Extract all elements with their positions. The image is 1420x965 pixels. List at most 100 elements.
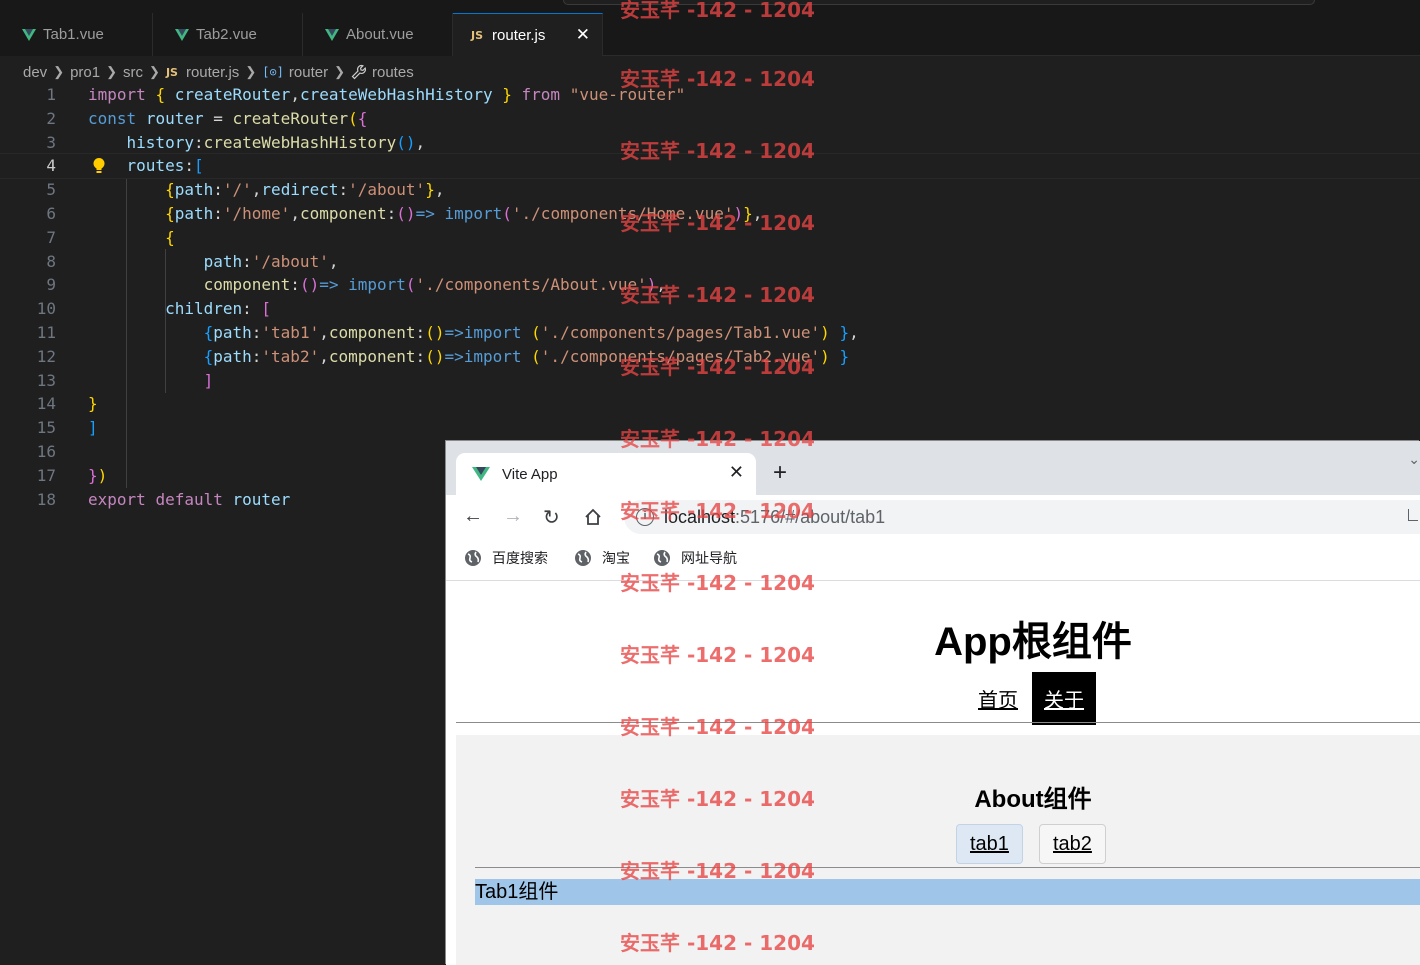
line-number: 9 bbox=[46, 275, 56, 295]
line-number: 2 bbox=[46, 108, 56, 128]
code-line-current: 4 routes:[ bbox=[0, 153, 1420, 180]
code-text: export default router bbox=[88, 489, 291, 509]
code-text: {path:'tab1',component:()=>import ('./co… bbox=[203, 322, 859, 342]
bookmarks-bar: 百度搜索 淘宝 网址导航 bbox=[446, 539, 1420, 581]
vue-icon bbox=[472, 467, 490, 481]
line-number: 17 bbox=[36, 465, 56, 485]
code-line: 9 component:()=> import('./components/Ab… bbox=[0, 273, 1420, 297]
bookmark-label: 淘宝 bbox=[602, 550, 630, 566]
web-page: App根组件 首页 关于 About组件 tab1 tab2 Tab1组件 bbox=[446, 581, 1420, 965]
vue-icon bbox=[175, 28, 189, 41]
code-line: 5 {path:'/',redirect:'/about'}, bbox=[0, 178, 1420, 202]
code-line: 11 {path:'tab1',component:()=>import ('.… bbox=[0, 321, 1420, 345]
close-tab-icon[interactable]: ✕ bbox=[729, 462, 744, 483]
command-center[interactable] bbox=[563, 0, 1315, 5]
code-text: children: [ bbox=[165, 299, 272, 319]
code-text: path:'/about', bbox=[203, 251, 339, 271]
line-number: 13 bbox=[36, 370, 56, 390]
globe-icon bbox=[575, 550, 591, 566]
forward-button[interactable]: → bbox=[503, 505, 523, 528]
tab-label: About.vue bbox=[346, 26, 414, 43]
about-component: About组件 tab1 tab2 Tab1组件 bbox=[456, 735, 1420, 965]
globe-icon bbox=[654, 550, 670, 566]
chevron-right-icon: ❯ bbox=[245, 64, 257, 79]
line-number: 7 bbox=[46, 227, 56, 247]
about-title: About组件 bbox=[974, 786, 1092, 813]
home-button[interactable] bbox=[584, 508, 602, 526]
line-number: 6 bbox=[46, 203, 56, 223]
browser-tab-vite-app[interactable]: Vite App ✕ bbox=[456, 453, 756, 495]
code-line: 3 history:createWebHashHistory(), bbox=[0, 131, 1420, 155]
nav-link-home[interactable]: 首页 bbox=[978, 684, 1018, 713]
chevron-down-icon[interactable]: ⌄ bbox=[1408, 451, 1420, 468]
tab1-link[interactable]: tab1 bbox=[956, 824, 1023, 864]
line-number: 15 bbox=[36, 418, 56, 438]
code-text: ] bbox=[203, 370, 214, 390]
bookmark-label: 百度搜索 bbox=[492, 550, 548, 566]
browser-tab-strip: Vite App ✕ + ⌄ bbox=[446, 441, 1420, 495]
breadcrumb-routes[interactable]: routes bbox=[372, 64, 414, 81]
close-icon[interactable]: ✕ bbox=[576, 25, 590, 45]
back-button[interactable]: ← bbox=[463, 505, 483, 528]
line-number: 3 bbox=[46, 132, 56, 152]
new-tab-button[interactable]: + bbox=[773, 459, 787, 487]
breadcrumb-router-js[interactable]: router.js bbox=[186, 64, 239, 81]
js-icon: JS bbox=[165, 65, 178, 79]
line-number: 4 bbox=[46, 156, 56, 176]
code-text: }) bbox=[88, 465, 108, 485]
tab-tab2-vue[interactable]: Tab2.vue bbox=[153, 13, 303, 56]
url-path: :5176/#/about/tab1 bbox=[735, 507, 886, 527]
code-line: 1 import { createRouter,createWebHashHist… bbox=[0, 83, 1420, 107]
breadcrumb-pro1[interactable]: pro1 bbox=[70, 64, 100, 81]
code-line: 7 { bbox=[0, 226, 1420, 250]
url-host: localhost bbox=[664, 507, 736, 527]
code-line: 12 {path:'tab2',component:()=>import ('.… bbox=[0, 345, 1420, 369]
code-text: {path:'tab2',component:()=>import ('./co… bbox=[203, 346, 850, 366]
code-line: 8 path:'/about', bbox=[0, 250, 1420, 274]
app-title: App根组件 bbox=[934, 620, 1132, 664]
line-number: 16 bbox=[36, 441, 56, 461]
js-icon: JS bbox=[471, 28, 484, 42]
code-text: } bbox=[88, 394, 98, 414]
app-nav: 首页 关于 bbox=[978, 671, 1096, 725]
tab-label: router.js bbox=[492, 26, 546, 44]
code-text: routes:[ bbox=[126, 156, 204, 176]
tab-label: Tab2.vue bbox=[196, 26, 257, 43]
code-text: { bbox=[165, 227, 175, 247]
bookmark-nav[interactable]: 网址导航 bbox=[653, 548, 737, 568]
bookmark-baidu[interactable]: 百度搜索 bbox=[464, 548, 548, 568]
divider bbox=[456, 722, 1420, 723]
code-line: 10 children: [ bbox=[0, 297, 1420, 321]
line-number: 5 bbox=[46, 180, 56, 200]
variable-icon: [⊙] bbox=[262, 65, 284, 79]
code-text: history:createWebHashHistory(), bbox=[126, 132, 426, 152]
chevron-right-icon: ❯ bbox=[334, 64, 345, 79]
globe-icon bbox=[465, 550, 481, 566]
code-line: 14} bbox=[0, 392, 1420, 416]
info-icon[interactable]: i bbox=[636, 508, 654, 526]
share-icon[interactable] bbox=[1408, 509, 1418, 521]
code-line: 15] bbox=[0, 416, 1420, 440]
line-number: 11 bbox=[36, 322, 56, 342]
editor-tab-bar: Tab1.vue Tab2.vue About.vue JS router.js… bbox=[0, 0, 1420, 56]
code-text: import { createRouter,createWebHashHisto… bbox=[88, 85, 686, 104]
code-text: {path:'/',redirect:'/about'}, bbox=[165, 180, 445, 200]
address-bar[interactable]: i localhost:5176/#/about/tab1 bbox=[624, 500, 1420, 534]
tab-about-vue[interactable]: About.vue bbox=[303, 13, 453, 56]
chevron-right-icon: ❯ bbox=[149, 64, 160, 79]
tab-tab1-vue[interactable]: Tab1.vue bbox=[0, 13, 153, 56]
chevron-right-icon: ❯ bbox=[106, 64, 118, 79]
code-text: {path:'/home',component:()=> import('./c… bbox=[165, 203, 763, 223]
reload-button[interactable]: ↻ bbox=[543, 505, 560, 530]
wrench-icon bbox=[351, 64, 367, 80]
bookmark-taobao[interactable]: 淘宝 bbox=[574, 548, 630, 568]
tab-router-js[interactable]: JS router.js ✕ bbox=[453, 13, 603, 56]
code-text: ] bbox=[88, 418, 98, 438]
divider bbox=[475, 867, 1420, 868]
breadcrumb-router[interactable]: router bbox=[289, 64, 328, 81]
breadcrumb-src[interactable]: src bbox=[123, 64, 143, 81]
tab2-link[interactable]: tab2 bbox=[1039, 824, 1106, 864]
url-text: localhost:5176/#/about/tab1 bbox=[664, 507, 885, 528]
breadcrumb-dev[interactable]: dev bbox=[23, 64, 47, 81]
nav-link-about[interactable]: 关于 bbox=[1032, 671, 1096, 725]
